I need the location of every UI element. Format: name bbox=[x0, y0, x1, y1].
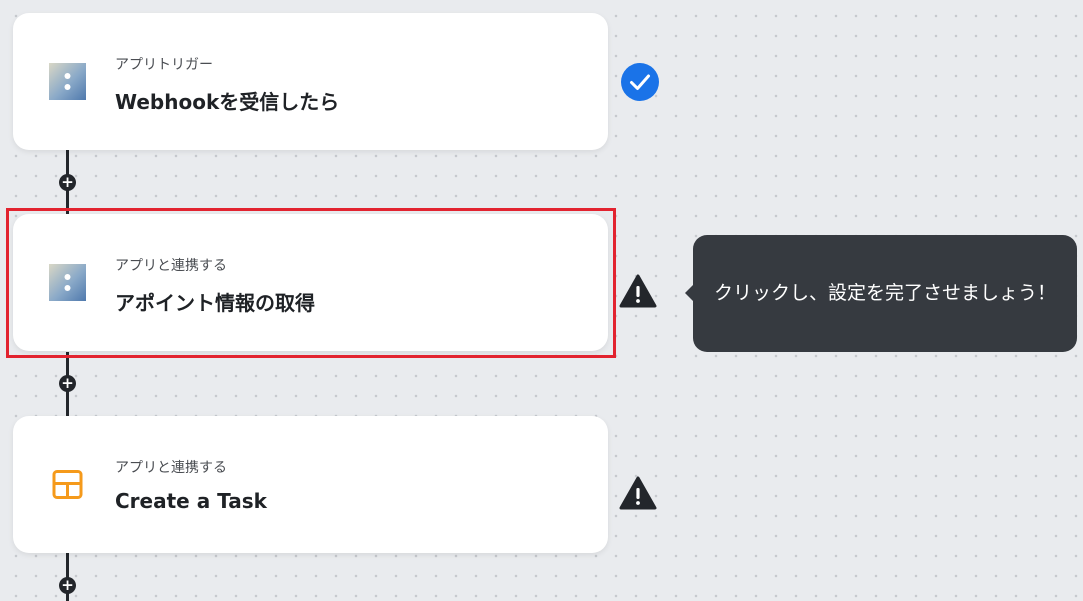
step-category-label: アプリと連携する bbox=[115, 258, 227, 274]
step-title: Webhookを受信したら bbox=[115, 90, 340, 114]
flow-step-card-appointment[interactable]: アプリと連携する アポイント情報の取得 bbox=[13, 214, 608, 351]
setup-hint-tooltip: クリックし、設定を完了させましょう！ bbox=[685, 235, 1077, 352]
tooltip-text: クリックし、設定を完了させましょう！ bbox=[713, 282, 1056, 304]
step-category-label: アプリトリガー bbox=[115, 57, 213, 73]
webhook-app-icon bbox=[49, 63, 86, 100]
step-title: アポイント情報の取得 bbox=[115, 291, 315, 315]
step-category-label: アプリと連携する bbox=[115, 460, 227, 476]
checkmark-icon bbox=[621, 63, 659, 101]
flow-step-card-trigger[interactable]: アプリトリガー Webhookを受信したら bbox=[13, 13, 608, 150]
layout-panel-icon bbox=[52, 470, 83, 499]
warning-icon bbox=[619, 274, 657, 308]
step-title: Create a Task bbox=[115, 489, 267, 513]
app-connect-icon bbox=[49, 264, 86, 301]
add-step-button[interactable]: + bbox=[59, 375, 76, 392]
add-step-button[interactable]: + bbox=[59, 577, 76, 594]
tooltip-arrow bbox=[685, 285, 693, 301]
flow-step-card-create-task[interactable]: アプリと連携する Create a Task bbox=[13, 416, 608, 553]
warning-icon bbox=[619, 476, 657, 510]
add-step-button[interactable]: + bbox=[59, 174, 76, 191]
